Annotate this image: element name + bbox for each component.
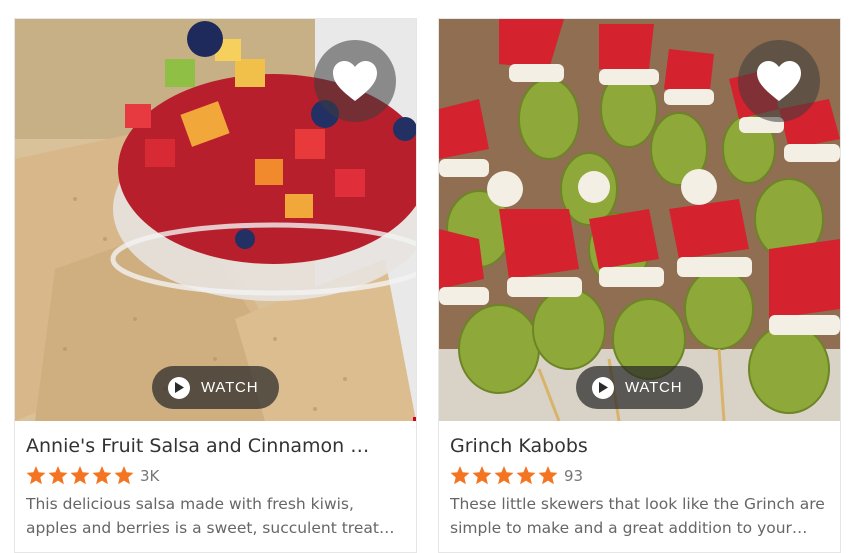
star-icon — [494, 466, 514, 485]
favorite-button[interactable] — [738, 40, 820, 122]
recipe-photo[interactable]: WATCH — [15, 19, 416, 421]
recipe-rating: 3K — [26, 466, 159, 485]
star-icon — [450, 466, 470, 485]
star-icon — [70, 466, 90, 485]
star-icon — [538, 466, 558, 485]
review-count: 93 — [564, 466, 584, 485]
watch-video-button[interactable]: WATCH — [576, 366, 703, 409]
recipe-rating: 93 — [450, 466, 583, 485]
play-icon — [592, 376, 614, 399]
star-icon — [48, 466, 68, 485]
description-line: apples and berries is a sweet, succulent… — [26, 519, 395, 537]
description-line: This delicious salsa made with fresh kiw… — [26, 495, 354, 513]
play-icon — [168, 376, 190, 399]
star-icon — [516, 466, 536, 485]
review-count: 3K — [140, 466, 160, 485]
rating-stars — [26, 466, 134, 485]
watch-video-button[interactable]: WATCH — [152, 366, 279, 409]
recipe-card-fruit-salsa[interactable]: WATCH Annie's Fruit Salsa and Cinnamon …… — [14, 18, 417, 553]
description-line: simple to make and a great addition to y… — [450, 519, 808, 537]
star-icon — [92, 466, 112, 485]
description-line: These little skewers that look like the … — [450, 495, 825, 513]
star-icon — [26, 466, 46, 485]
rating-stars — [450, 466, 558, 485]
corner-accent — [413, 417, 416, 421]
star-icon — [472, 466, 492, 485]
recipe-title[interactable]: Grinch Kabobs — [450, 435, 822, 457]
favorite-button[interactable] — [314, 40, 396, 122]
star-icon — [114, 466, 134, 485]
watch-label: WATCH — [625, 379, 683, 396]
recipe-description: This delicious salsa made with fresh kiw… — [26, 492, 416, 540]
recipe-title[interactable]: Annie's Fruit Salsa and Cinnamon … — [26, 435, 398, 457]
watch-label: WATCH — [201, 379, 259, 396]
heart-icon — [757, 61, 801, 101]
recipe-description: These little skewers that look like the … — [450, 492, 840, 540]
recipe-card-grinch-kabobs[interactable]: WATCH Grinch Kabobs 93 These little skew… — [438, 18, 841, 553]
recipe-photo[interactable]: WATCH — [439, 19, 840, 421]
heart-icon — [333, 61, 377, 101]
